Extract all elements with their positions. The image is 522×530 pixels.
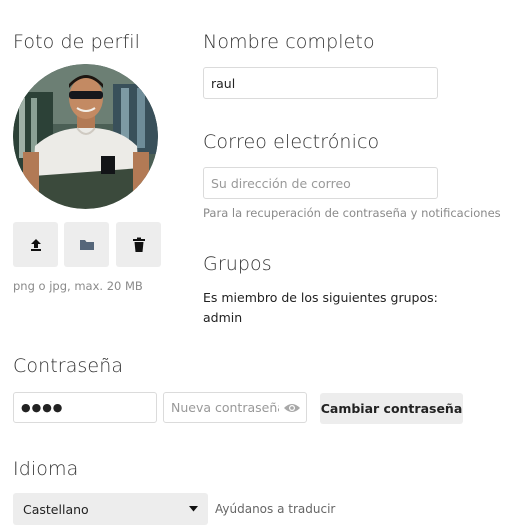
upload-avatar-button[interactable] [13,222,58,267]
password-title: Contraseña [13,355,124,377]
choose-from-files-button[interactable] [64,222,109,267]
avatar [13,64,158,209]
email-hint: Para la recuperación de contraseña y not… [203,206,501,220]
language-selected: Castellano [23,501,89,517]
avatar-format-hint: png o jpg, max. 20 MB [13,279,143,293]
profile-picture-title: Foto de perfil [13,31,140,53]
email-title: Correo electrónico [203,131,380,153]
delete-avatar-button[interactable] [116,222,161,267]
full-name-value: raul [211,75,236,91]
new-password-placeholder: Nueva contraseña [171,400,279,415]
language-select[interactable]: Castellano [13,493,208,525]
full-name-title: Nombre completo [203,31,375,53]
current-password-input[interactable]: ●●●● [13,392,157,423]
current-password-value: ●●●● [21,401,64,414]
groups-title: Grupos [203,253,272,275]
upload-icon [30,238,41,251]
groups-list: admin [203,310,243,325]
new-password-input[interactable]: Nueva contraseña [163,392,307,423]
help-translate-link[interactable]: Ayúdanos a traducir [215,502,335,516]
email-input[interactable]: Su dirección de correo [203,167,438,199]
language-title: Idioma [13,458,79,480]
folder-icon [79,239,94,250]
full-name-input[interactable]: raul [203,67,438,99]
groups-member-label: Es miembro de los siguientes grupos: [203,290,438,305]
eye-icon[interactable] [283,402,301,414]
email-placeholder: Su dirección de correo [211,175,351,191]
avatar-photo [13,64,158,209]
trash-icon [132,237,145,252]
chevron-down-icon [189,506,198,512]
change-password-button[interactable]: Cambiar contraseña [320,393,463,424]
